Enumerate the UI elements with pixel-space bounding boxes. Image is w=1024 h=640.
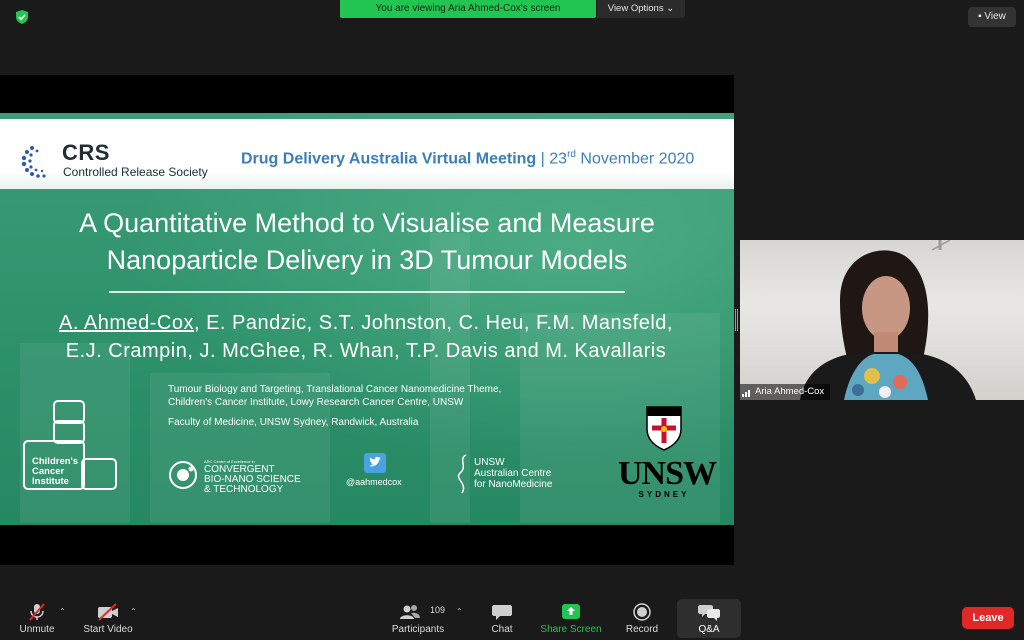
cbns-text: CONVERGENT BIO-NANO SCIENCE & TECHNOLOGY <box>204 465 301 495</box>
slide-title-line-2: Nanoparticle Delivery in 3D Tumour Model… <box>106 245 628 275</box>
affiliation-line-3: Faculty of Medicine, UNSW Sydney, Randwi… <box>168 417 419 428</box>
cbns-circle-icon <box>169 461 197 489</box>
meeting-month-year: November 2020 <box>580 150 695 168</box>
security-shield-icon[interactable] <box>14 9 30 25</box>
cbns-line-3: & TECHNOLOGY <box>204 484 284 495</box>
slide-title-line-1: A Quantitative Method to Visualise and M… <box>79 208 655 238</box>
share-screen-button[interactable]: Share Screen <box>538 597 604 640</box>
slide-header-band: CRS Controlled Release Society Drug Deli… <box>0 119 734 189</box>
meeting-day-suffix: rd <box>567 149 576 160</box>
video-off-icon <box>98 603 118 621</box>
participants-label: Participants <box>391 624 445 635</box>
chat-button[interactable]: Chat <box>482 597 522 640</box>
participants-icon <box>400 605 420 619</box>
unmute-label: Unmute <box>19 624 55 635</box>
title-divider <box>109 291 625 293</box>
qa-label: Q&A <box>698 624 720 635</box>
participants-options-chevron-icon[interactable]: ⌃ <box>456 607 463 616</box>
chat-label: Chat <box>491 624 513 635</box>
view-button[interactable]: ▪ View <box>968 7 1016 27</box>
split-view-handle[interactable] <box>735 309 738 331</box>
grid-view-icon: ▪ <box>978 11 982 22</box>
crs-dots-icon <box>21 146 46 178</box>
participant-name: Aria Ahmed-Cox <box>755 386 825 397</box>
participant-video-tile[interactable]: Aria Ahmed-Cox <box>740 240 1024 400</box>
qa-button[interactable]: Q&A <box>688 597 730 640</box>
video-options-chevron-icon[interactable]: ⌃ <box>130 607 137 616</box>
cci-logo-text: Children's Cancer Institute <box>32 457 78 487</box>
unsw-sydney-text: SYDNEY <box>638 490 690 499</box>
meeting-day: 23 <box>549 150 568 168</box>
view-options-label: View Options <box>607 3 664 14</box>
signal-strength-icon <box>742 389 750 397</box>
affiliation-line-2: Children's Cancer Institute, Lowy Resear… <box>168 397 464 408</box>
start-video-label: Start Video <box>83 624 133 635</box>
meeting-heading: Drug Delivery Australia Virtual Meeting … <box>241 149 694 168</box>
presenter-name: A. Ahmed-Cox <box>59 312 194 334</box>
authors-line-1: , E. Pandzic, S.T. Johnston, C. Heu, F.M… <box>193 312 673 334</box>
twitter-handle: @aahmedcox <box>346 477 402 487</box>
start-video-button[interactable]: Start Video <box>80 597 136 640</box>
acn-swirl-icon <box>457 454 467 494</box>
chevron-down-icon: ⌄ <box>666 3 675 14</box>
screen-share-banner: You are viewing Aria Ahmed-Cox's screen <box>340 0 596 18</box>
affiliation-line-1: Tumour Biology and Targeting, Translatio… <box>168 384 502 395</box>
leave-button[interactable]: Leave <box>962 607 1014 629</box>
crs-logo: CRS Controlled Release Society <box>18 137 208 183</box>
participant-video-image <box>800 240 976 400</box>
acn-logo: UNSW Australian Centre for NanoMedicine <box>456 453 576 495</box>
acn-line-1: UNSW <box>474 457 505 468</box>
authors-line-2: E.J. Crampin, J. McGhee, R. Whan, T.P. D… <box>65 340 667 362</box>
presentation-slide: CRS Controlled Release Society Drug Deli… <box>0 113 734 525</box>
meeting-separator: | <box>540 150 545 168</box>
twitter-icon <box>364 453 386 473</box>
chat-bubble-icon <box>492 605 512 620</box>
slide-title: A Quantitative Method to Visualise and M… <box>20 205 714 279</box>
view-options-button[interactable]: View Options ⌄ <box>597 0 685 18</box>
meeting-name: Drug Delivery Australia Virtual Meeting <box>241 150 537 168</box>
qa-icon <box>698 605 720 621</box>
acn-text: UNSW Australian Centre for NanoMedicine <box>474 457 552 490</box>
audio-options-chevron-icon[interactable]: ⌃ <box>59 607 66 616</box>
acn-line-3: for NanoMedicine <box>474 479 553 490</box>
author-list: A. Ahmed-Cox, E. Pandzic, S.T. Johnston,… <box>16 309 716 365</box>
unmute-button[interactable]: Unmute <box>12 597 62 640</box>
view-button-label: View <box>984 11 1006 22</box>
unsw-crest-icon <box>646 406 682 451</box>
record-icon <box>633 603 651 621</box>
cbns-logo: ARC Centre of Excellence in CONVERGENT B… <box>168 458 318 495</box>
cci-line-3: Institute <box>32 476 69 487</box>
participants-button[interactable]: 109 Participants <box>388 597 448 640</box>
crs-full-name: Controlled Release Society <box>63 165 208 179</box>
share-screen-icon <box>562 604 580 619</box>
share-screen-label: Share Screen <box>540 624 602 635</box>
unsw-wordmark: UNSW <box>618 455 717 492</box>
acn-line-2: Australian Centre <box>474 468 552 479</box>
crs-abbreviation: CRS <box>62 140 110 165</box>
participant-name-tag: Aria Ahmed-Cox <box>740 384 831 400</box>
participants-count: 109 <box>430 605 446 615</box>
muted-microphone-icon <box>29 603 45 621</box>
record-button[interactable]: Record <box>622 597 662 640</box>
record-label: Record <box>625 624 659 635</box>
